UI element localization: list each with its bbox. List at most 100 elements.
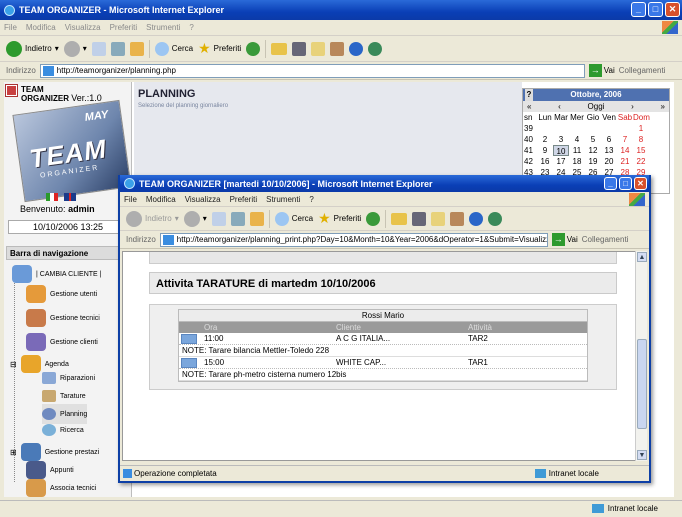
calendar-day[interactable]: 6 [601,134,617,145]
italian-flag-icon[interactable] [46,193,58,201]
next-year-button[interactable]: » [661,101,665,112]
nav-item-gestione-utenti[interactable]: Gestione utenti [26,284,97,304]
prev-month-button[interactable]: ‹ [558,101,561,112]
popup-maximize-button[interactable]: □ [619,177,632,190]
calendar-day[interactable]: 8 [633,134,649,145]
table-row[interactable]: 11:00 A C G ITALIA... TAR2 [179,333,587,345]
calendar-day[interactable]: 16 [537,156,553,167]
mail-icon[interactable] [391,212,408,225]
calendar-day[interactable]: 11 [569,145,585,156]
refresh-icon[interactable] [230,211,245,226]
calendar-day[interactable]: 20 [601,156,617,167]
back-button[interactable]: Indietro ▾ [126,210,179,227]
home-icon[interactable] [129,41,144,56]
messenger-icon[interactable] [349,41,364,56]
calendar-day[interactable]: 9 [537,145,553,156]
scroll-up-icon[interactable]: ▲ [637,252,647,262]
minimize-button[interactable]: _ [631,2,646,17]
nav-item-ricerca[interactable]: Ricerca [42,420,84,440]
favorites-button[interactable]: ★ Preferiti [198,40,241,57]
next-month-button[interactable]: › [631,101,634,112]
history-icon[interactable] [366,211,381,226]
popup-close-button[interactable]: ✕ [634,177,647,190]
folder-icon[interactable] [311,41,326,56]
menu-help[interactable]: ? [189,23,193,32]
menu-file[interactable]: File [124,195,137,204]
nav-item-gestione-tecnici[interactable]: Gestione tecnici [26,308,100,328]
calendar-day[interactable] [585,123,601,134]
nav-item-riparazioni[interactable]: Riparazioni [42,368,95,388]
calendar-day[interactable]: 13 [601,145,617,156]
vertical-scrollbar[interactable]: ▲ ▼ [635,251,647,461]
calendar-day[interactable] [601,123,617,134]
expand-icon[interactable]: ⊞ [10,448,17,457]
calendar-day[interactable]: 4 [569,134,585,145]
calendar-help-button[interactable]: ? [525,89,533,101]
calendar-day[interactable]: 22 [633,156,649,167]
go-button[interactable]: → Vai [588,64,615,77]
forward-button[interactable]: ▾ [63,40,87,57]
calendar-day[interactable]: 19 [585,156,601,167]
menu-strumenti[interactable]: Strumenti [146,23,180,32]
stop-icon[interactable] [211,211,226,226]
calendar-day-selected[interactable]: 10 [553,145,569,156]
nav-item-associa-tecnici[interactable]: Associa tecnici [26,478,96,498]
calendar-day[interactable] [617,123,633,134]
discuss-icon[interactable] [450,211,465,226]
calendar-day[interactable]: 5 [585,134,601,145]
mail-icon[interactable] [271,42,288,55]
menu-preferiti[interactable]: Preferiti [110,23,138,32]
calendar-day[interactable] [537,123,553,134]
menu-help[interactable]: ? [309,195,313,204]
row-detail-icon[interactable] [181,334,197,344]
search-button[interactable]: Cerca [274,211,313,226]
favorites-button[interactable]: ★ Preferiti [318,210,361,227]
table-row[interactable]: 15:00 WHITE CAP... TAR1 [179,357,587,369]
address-input[interactable]: http://teamorganizer/planning.php [39,63,585,78]
calendar-day[interactable]: 15 [633,145,649,156]
calendar-day[interactable]: 17 [553,156,569,167]
nav-item-gestione-prestazioni[interactable]: ⊞ Gestione prestazi [10,442,99,462]
popup-minimize-button[interactable]: _ [604,177,617,190]
nav-item-gestione-clienti[interactable]: Gestione clienti [26,332,98,352]
home-icon[interactable] [249,211,264,226]
discuss-icon[interactable] [330,41,345,56]
links-label[interactable]: Collegamenti [582,235,629,244]
messenger-icon[interactable] [469,211,484,226]
folder-icon[interactable] [431,211,446,226]
history-icon[interactable] [246,41,261,56]
row-detail-icon[interactable] [181,358,197,368]
calendar-day[interactable]: 7 [617,134,633,145]
calendar-day[interactable]: 12 [585,145,601,156]
links-label[interactable]: Collegamenti [619,66,666,75]
menu-visualizza[interactable]: Visualizza [185,195,221,204]
address-input[interactable]: http://teamorganizer/planning_print.php?… [159,232,548,247]
go-button[interactable]: → Vai [551,233,578,246]
menu-strumenti[interactable]: Strumenti [266,195,300,204]
calendar-day[interactable]: 21 [617,156,633,167]
users-icon[interactable] [488,211,503,226]
scroll-thumb[interactable] [637,339,647,429]
scroll-down-icon[interactable]: ▼ [637,450,647,460]
calendar-day[interactable]: 14 [617,145,633,156]
uk-flag-icon[interactable] [64,193,76,201]
calendar-day[interactable] [569,123,585,134]
close-button[interactable]: ✕ [665,2,680,17]
calendar-day[interactable]: 1 [633,123,649,134]
nav-item-cambia-cliente[interactable]: | CAMBIA CLIENTE | [12,264,102,284]
nav-item-appunti[interactable]: Appunti [26,460,74,480]
users-icon[interactable] [368,41,383,56]
calendar-day[interactable]: 18 [569,156,585,167]
menu-file[interactable]: File [4,23,17,32]
calendar-day[interactable]: 3 [553,134,569,145]
today-button[interactable]: Oggi [588,101,605,112]
menu-modifica[interactable]: Modifica [146,195,176,204]
menu-modifica[interactable]: Modifica [26,23,56,32]
prev-year-button[interactable]: « [527,101,531,112]
print-icon[interactable] [292,41,307,56]
collapse-icon[interactable]: ⊟ [10,360,17,369]
forward-button[interactable]: ▾ [183,210,207,227]
menu-preferiti[interactable]: Preferiti [230,195,258,204]
calendar-day[interactable]: 2 [537,134,553,145]
maximize-button[interactable]: □ [648,2,663,17]
